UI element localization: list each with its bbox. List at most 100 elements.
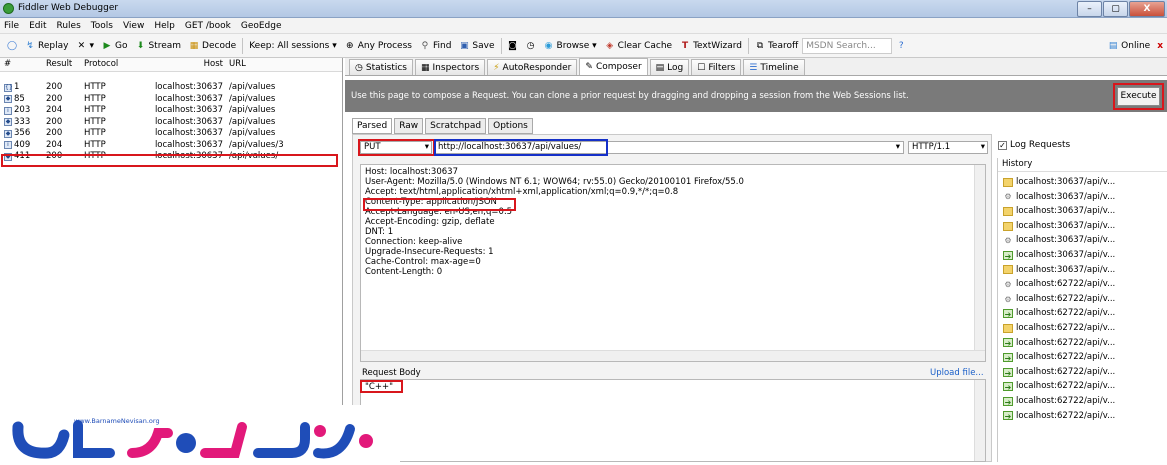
session-id-cell: ◆ 85: [0, 94, 42, 106]
history-item[interactable]: ⚙ localhost:30637/api/v...: [998, 233, 1167, 248]
msdn-search-input[interactable]: MSDN Search...: [802, 37, 893, 54]
online-indicator[interactable]: ▤ Online x: [1104, 37, 1167, 55]
tab-filters[interactable]: ☐ Filters: [691, 59, 742, 75]
body-vertical-scrollbar[interactable]: [974, 380, 985, 461]
tab-statistics[interactable]: ◷ Statistics: [349, 59, 414, 75]
session-result: 200: [46, 93, 63, 104]
tab-autoresponder[interactable]: ⚡ AutoResponder: [487, 59, 578, 75]
column-url[interactable]: URL: [227, 58, 337, 71]
http-version-select[interactable]: HTTP/1.1 ▾: [908, 141, 988, 154]
column-result[interactable]: Result: [42, 58, 82, 71]
browse-button[interactable]: ◉ Browse ▾: [540, 37, 601, 55]
menu-get-book[interactable]: GET /book: [185, 21, 231, 31]
stream-button[interactable]: ⬇ Stream: [131, 37, 185, 55]
session-id: 1: [14, 82, 20, 92]
tab-composer[interactable]: ✎ Composer: [579, 58, 648, 75]
history-item[interactable]: localhost:30637/api/v...: [998, 204, 1167, 219]
history-item[interactable]: ➔ localhost:62722/api/v...: [998, 365, 1167, 380]
comment-button[interactable]: ◯: [3, 37, 21, 55]
history-item[interactable]: ⚙ localhost:62722/api/v...: [998, 292, 1167, 307]
camera-icon: ◙: [508, 40, 517, 51]
close-toolbar-icon[interactable]: x: [1157, 41, 1163, 51]
clear-cache-button[interactable]: ◈ Clear Cache: [601, 37, 676, 55]
textwizard-button[interactable]: T TextWizard: [676, 37, 746, 55]
timer-button[interactable]: ◷: [522, 37, 540, 55]
log-icon: ▤: [655, 62, 665, 73]
subtab-options[interactable]: Options: [488, 118, 533, 134]
history-item-text: localhost:62722/api/v...: [1016, 352, 1116, 363]
screenshot-button[interactable]: ◙: [504, 37, 522, 55]
history-item-text: localhost:62722/api/v...: [1016, 322, 1116, 333]
headers-vertical-scrollbar[interactable]: [974, 165, 985, 361]
lightning-icon: ⚡: [493, 62, 500, 73]
upload-file-link[interactable]: Upload file...: [930, 368, 984, 378]
tearoff-button[interactable]: ⧉ Tearoff: [751, 37, 802, 55]
session-row[interactable]: i 203 204 HTTP localhost:30637/api/values: [0, 105, 342, 117]
tab-inspectors[interactable]: ▦ Inspectors: [415, 59, 486, 75]
any-process-button[interactable]: ⊕ Any Process: [341, 37, 416, 55]
history-item-text: localhost:62722/api/v...: [1016, 381, 1116, 392]
textwizard-label: TextWizard: [693, 40, 742, 51]
history-item[interactable]: ➔ localhost:62722/api/v...: [998, 409, 1167, 424]
headers-horizontal-scrollbar[interactable]: [361, 350, 985, 361]
session-row[interactable]: ◆ 333 200 HTTP localhost:30637/api/values: [0, 117, 342, 129]
session-url: /api/values: [229, 105, 276, 115]
history-item[interactable]: ➔ localhost:62722/api/v...: [998, 379, 1167, 394]
menu-file[interactable]: File: [4, 21, 19, 31]
session-id-cell: ◆ 356: [0, 128, 42, 140]
log-requests-checkbox[interactable]: ✓ Log Requests: [998, 140, 1070, 150]
column-protocol[interactable]: Protocol: [82, 58, 124, 71]
close-button[interactable]: X: [1129, 1, 1165, 17]
history-item[interactable]: ➔ localhost:30637/api/v...: [998, 248, 1167, 263]
history-item[interactable]: ➔ localhost:62722/api/v...: [998, 336, 1167, 351]
go-button[interactable]: ▶ Go: [98, 37, 131, 55]
menu-edit[interactable]: Edit: [29, 21, 46, 31]
history-item[interactable]: localhost:62722/api/v...: [998, 321, 1167, 336]
column-host[interactable]: Host: [124, 58, 227, 71]
minimize-button[interactable]: –: [1077, 1, 1102, 17]
maximize-button[interactable]: ▢: [1103, 1, 1128, 17]
column-number[interactable]: #: [0, 58, 42, 71]
subtab-parsed[interactable]: Parsed: [352, 118, 393, 134]
history-item[interactable]: localhost:30637/api/v...: [998, 175, 1167, 190]
tab-log[interactable]: ▤ Log: [649, 59, 690, 75]
menu-view[interactable]: View: [123, 21, 144, 31]
tearoff-label: Tearoff: [767, 40, 799, 51]
web-sessions-list[interactable]: # Result Protocol Host URL {} 1 200 HTTP loc…: [0, 58, 343, 462]
menu-geoedge[interactable]: GeoEdge: [241, 21, 282, 31]
play-icon: ▶: [103, 40, 111, 51]
replay-button[interactable]: ↯ Replay: [21, 37, 72, 55]
session-type-icon: i: [4, 141, 12, 150]
history-item[interactable]: ➔ localhost:62722/api/v...: [998, 394, 1167, 409]
save-button[interactable]: ▣ Save: [455, 37, 498, 55]
session-row[interactable]: ◆ 356 200 HTTP localhost:30637/api/values: [0, 128, 342, 140]
history-item[interactable]: ➔ localhost:62722/api/v...: [998, 350, 1167, 365]
decode-button[interactable]: ▦ Decode: [185, 37, 240, 55]
history-item-text: localhost:62722/api/v...: [1016, 308, 1116, 319]
session-protocol: HTTP: [84, 128, 106, 138]
history-item[interactable]: ⚙ localhost:62722/api/v...: [998, 277, 1167, 292]
menu-rules[interactable]: Rules: [57, 21, 81, 31]
network-icon: ▤: [1108, 40, 1118, 51]
menu-tools[interactable]: Tools: [91, 21, 113, 31]
subtab-scratchpad[interactable]: Scratchpad: [425, 118, 487, 134]
session-row[interactable]: i 409 204 HTTP localhost:30637/api/values/3: [0, 140, 342, 152]
session-row[interactable]: ◆ 85 200 HTTP localhost:30637/api/values: [0, 94, 342, 106]
menu-help[interactable]: Help: [154, 21, 175, 31]
request-headers-editor[interactable]: Host: localhost:30637 User-Agent: Mozilla…: [360, 164, 986, 362]
history-arrow-icon: ➔: [1003, 367, 1013, 378]
tab-timeline[interactable]: ☰ Timeline: [743, 59, 805, 75]
request-body-editor[interactable]: "C++": [360, 379, 986, 462]
keep-sessions-dropdown[interactable]: Keep: All sessions ▾: [245, 37, 341, 55]
history-item[interactable]: localhost:30637/api/v...: [998, 263, 1167, 278]
subtab-raw[interactable]: Raw: [394, 118, 424, 134]
help-button[interactable]: ?: [892, 37, 910, 55]
history-item[interactable]: ➔ localhost:62722/api/v...: [998, 306, 1167, 321]
request-header-line: User-Agent: Mozilla/5.0 (Windows NT 6.1;…: [365, 177, 744, 187]
session-row[interactable]: {} 1 200 HTTP localhost:30637/api/values: [0, 82, 342, 94]
history-item[interactable]: ⚙ localhost:30637/api/v...: [998, 190, 1167, 205]
history-item[interactable]: localhost:30637/api/v...: [998, 219, 1167, 234]
find-button[interactable]: ⚲ Find: [416, 37, 455, 55]
remove-button[interactable]: ✕ ▾: [72, 37, 98, 55]
history-panel[interactable]: History localhost:30637/api/v... ⚙ localho…: [997, 158, 1167, 462]
